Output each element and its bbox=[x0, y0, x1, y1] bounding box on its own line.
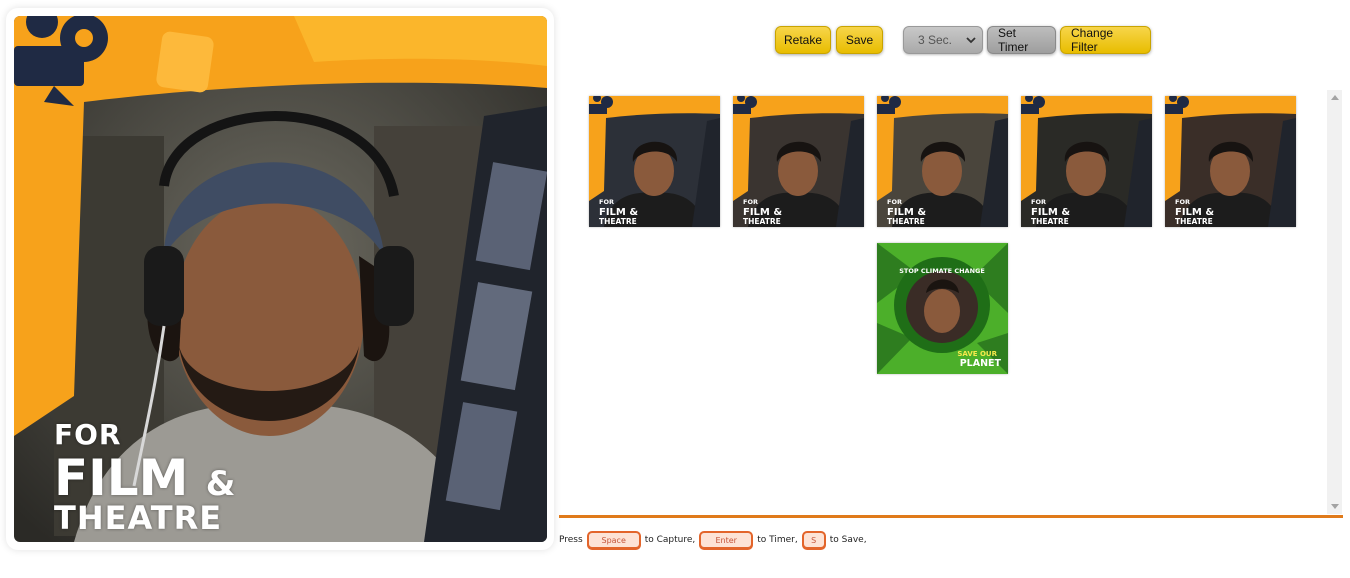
captured-photos-gallery: FOR FILM & THEATRE FOR FILM & THEATRE FO… bbox=[560, 88, 1342, 514]
hint-press: Press bbox=[559, 535, 583, 545]
thumb-text-line3: THEATRE bbox=[887, 217, 925, 226]
scroll-down-arrow-icon[interactable] bbox=[1331, 504, 1339, 509]
camera-preview-card: FOR FILM & THEATRE bbox=[6, 8, 554, 550]
climate-frame-overlay: STOP CLIMATE CHANGE SAVE OUR PLANET bbox=[877, 243, 1008, 374]
film-theatre-thumb-overlay: FOR FILM & THEATRE bbox=[589, 96, 720, 227]
keyboard-hints: Press Space to Capture, Enter to Timer, … bbox=[559, 531, 867, 549]
chevron-down-icon bbox=[966, 37, 976, 44]
climate-text-line2: PLANET bbox=[960, 358, 1002, 369]
film-theatre-thumb-overlay: FOR FILM & THEATRE bbox=[1021, 96, 1152, 227]
hint-to-save: to Save, bbox=[829, 535, 867, 545]
film-theatre-thumb-overlay: FOR FILM & THEATRE bbox=[733, 96, 864, 227]
climate-top-text: STOP CLIMATE CHANGE bbox=[899, 267, 985, 275]
thumb-text-line1: FOR bbox=[1175, 198, 1190, 206]
thumb-text-line1: FOR bbox=[599, 198, 614, 206]
gallery-divider bbox=[559, 515, 1343, 518]
gallery-thumbnail[interactable]: FOR FILM & THEATRE bbox=[589, 96, 720, 227]
key-enter: Enter bbox=[699, 531, 754, 549]
hint-to-capture: to Capture, bbox=[644, 535, 696, 545]
thumb-text-line1: FOR bbox=[743, 198, 758, 206]
timer-select-value: 3 Sec. bbox=[918, 33, 953, 47]
gallery-thumbnail[interactable]: FOR FILM & THEATRE bbox=[1165, 96, 1296, 227]
thumb-text-line1: FOR bbox=[887, 198, 902, 206]
frame-text-film: FILM & bbox=[54, 453, 235, 503]
thumb-text-line3: THEATRE bbox=[599, 217, 637, 226]
retake-button[interactable]: Retake bbox=[775, 26, 831, 54]
toolbar: Retake Save 3 Sec. Set Timer Change Filt… bbox=[775, 26, 1151, 54]
thumb-text-line3: THEATRE bbox=[1031, 217, 1069, 226]
frame-text-for: FOR bbox=[54, 418, 122, 451]
frame-text-theatre: THEATRE bbox=[54, 499, 223, 537]
change-filter-button[interactable]: Change Filter bbox=[1060, 26, 1151, 54]
thumb-text-line1: FOR bbox=[1031, 198, 1046, 206]
thumb-text-line3: THEATRE bbox=[743, 217, 781, 226]
gallery-thumbnail[interactable]: FOR FILM & THEATRE bbox=[1021, 96, 1152, 227]
film-theatre-thumb-overlay: FOR FILM & THEATRE bbox=[877, 96, 1008, 227]
frame-text-ampersand: & bbox=[205, 464, 236, 504]
film-theatre-thumb-overlay: FOR FILM & THEATRE bbox=[1165, 96, 1296, 227]
gallery-thumbnail[interactable]: FOR FILM & THEATRE bbox=[733, 96, 864, 227]
timer-select[interactable]: 3 Sec. bbox=[903, 26, 983, 54]
photobooth-app: FOR FILM & THEATRE Retake Save 3 Sec. Se… bbox=[0, 0, 1350, 578]
hint-to-timer: to Timer, bbox=[757, 535, 798, 545]
gallery-thumbnail[interactable]: FOR FILM & THEATRE bbox=[877, 96, 1008, 227]
climate-text-line1: SAVE OUR bbox=[957, 350, 997, 358]
save-button[interactable]: Save bbox=[836, 26, 883, 54]
scroll-up-arrow-icon[interactable] bbox=[1331, 95, 1339, 100]
camera-preview: FOR FILM & THEATRE bbox=[14, 16, 547, 542]
key-s: S bbox=[801, 531, 826, 549]
key-space: Space bbox=[586, 531, 641, 549]
gallery-thumbnail[interactable]: STOP CLIMATE CHANGE SAVE OUR PLANET bbox=[877, 243, 1008, 374]
set-timer-button[interactable]: Set Timer bbox=[987, 26, 1056, 54]
gallery-scrollbar[interactable] bbox=[1327, 90, 1342, 514]
thumb-text-line3: THEATRE bbox=[1175, 217, 1213, 226]
